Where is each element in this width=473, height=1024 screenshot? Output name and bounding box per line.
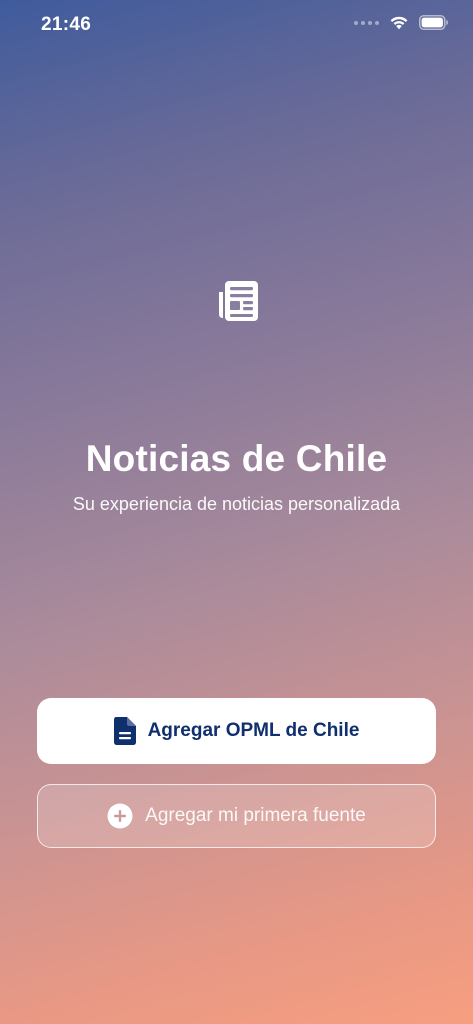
status-icons [354, 15, 449, 30]
plus-circle-icon [107, 803, 133, 829]
status-bar: 21:46 [0, 0, 473, 52]
status-time: 21:46 [41, 14, 92, 35]
add-first-source-label: Agregar mi primera fuente [145, 805, 366, 826]
wifi-icon [389, 15, 409, 30]
newspaper-icon [213, 278, 259, 324]
add-chile-opml-button[interactable]: Agregar OPML de Chile [37, 698, 436, 764]
add-chile-opml-label: Agregar OPML de Chile [147, 720, 360, 741]
app-title: Noticias de Chile [85, 438, 388, 479]
app-subtitle: Su experiencia de noticias personalizada [72, 494, 401, 514]
battery-icon [419, 15, 449, 30]
onboarding-screen: 21:46 Noticias de Chile Su experiencia d… [0, 0, 473, 1024]
signal-icon [354, 20, 379, 25]
add-first-source-button[interactable]: Agregar mi primera fuente [37, 784, 436, 848]
document-icon [113, 717, 136, 745]
